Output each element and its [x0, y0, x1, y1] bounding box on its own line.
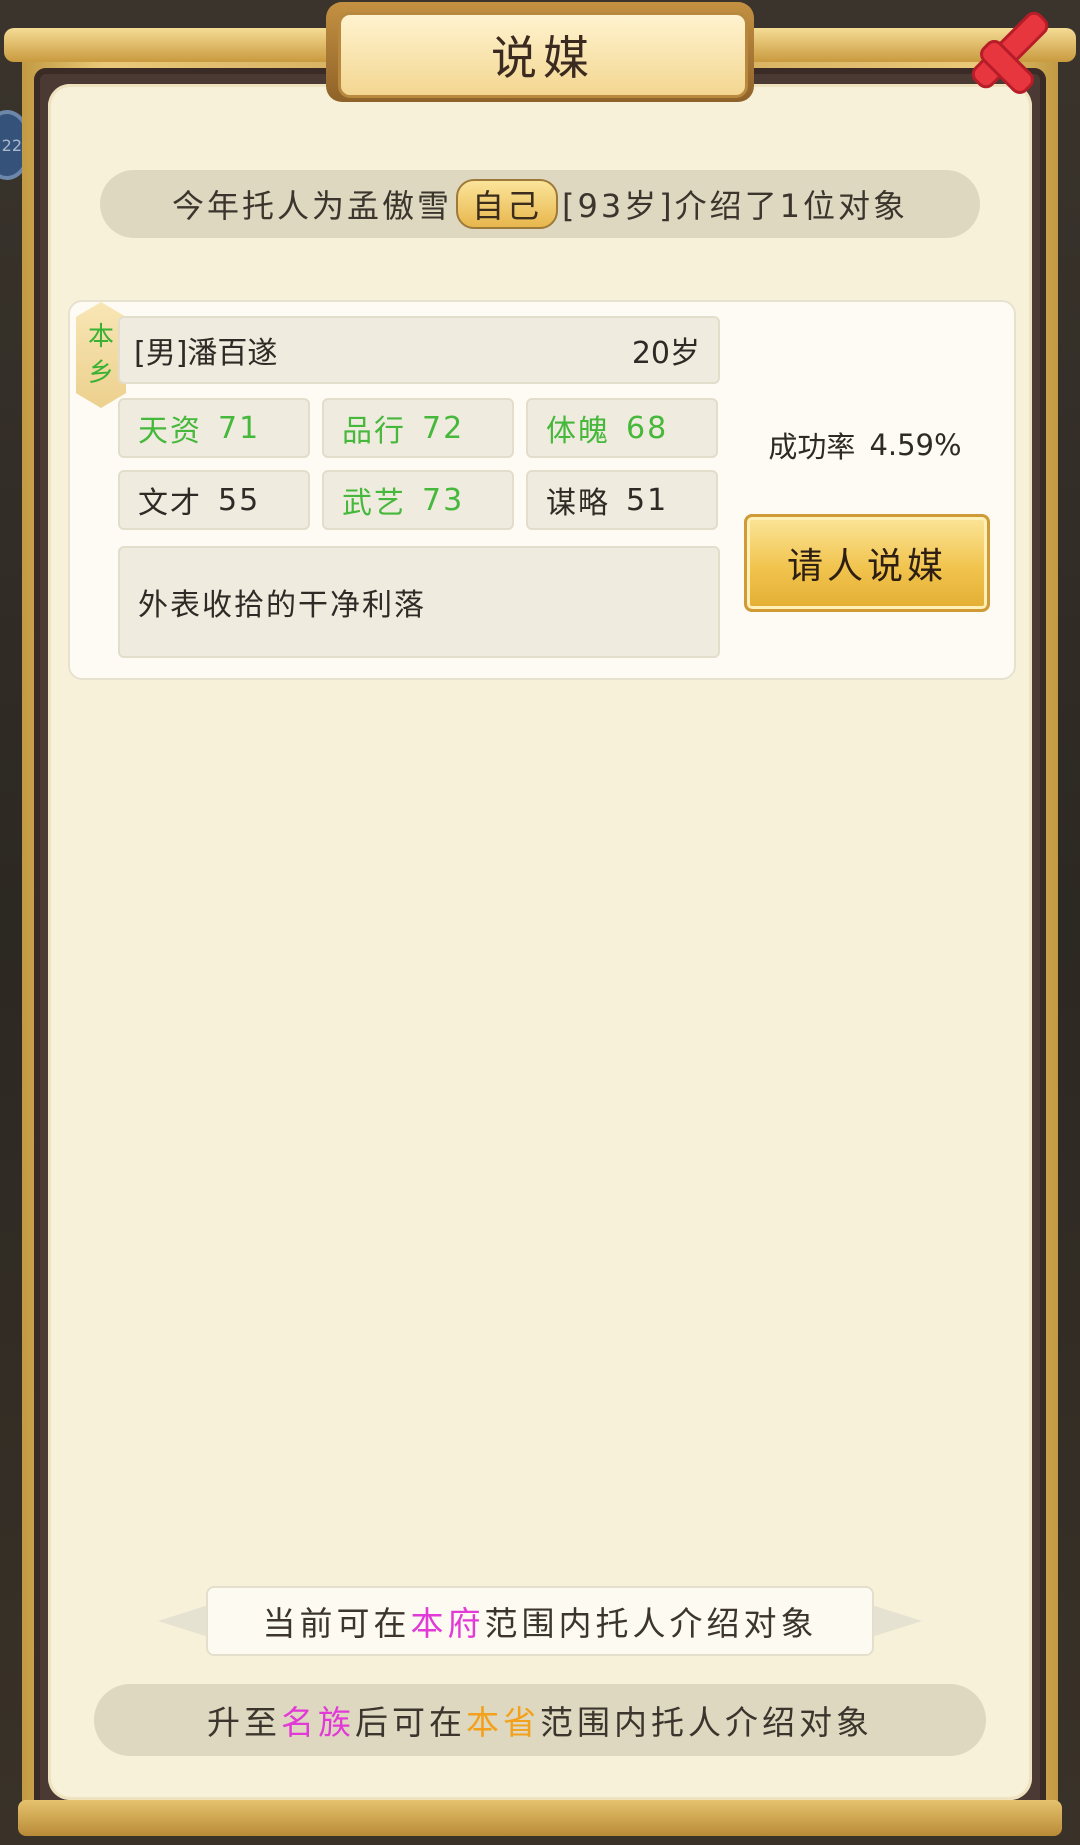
current-scope-banner: 当前可在 本府 范围内托人介绍对象 — [158, 1586, 922, 1656]
stat-value: 73 — [422, 482, 465, 518]
stat-label: 天资 — [138, 414, 202, 449]
stat-label: 体魄 — [546, 414, 610, 449]
success-rate: 成功率 4.59% — [750, 420, 980, 470]
stat-label: 文才 — [138, 486, 202, 521]
description-text: 外表收拾的干净利落 — [138, 588, 426, 623]
origin-tag-line1: 本 — [87, 322, 114, 352]
summary-age: [93岁] — [561, 187, 675, 225]
stat-value: 51 — [626, 482, 669, 518]
success-rate-label: 成功率 — [768, 430, 856, 464]
stat-label: 武艺 — [342, 486, 406, 521]
stat-talent: 天资 71 — [118, 398, 310, 458]
title-banner: 说媒 — [338, 12, 748, 98]
stat-strategy: 谋略 51 — [526, 470, 718, 530]
stat-physique: 体魄 68 — [526, 398, 718, 458]
stat-martial: 武艺 73 — [322, 470, 514, 530]
stat-label: 谋略 — [546, 486, 610, 521]
origin-tag-line2: 乡 — [87, 358, 114, 388]
matchmaking-summary: 今年托人为孟傲雪 自己 [93岁] 介绍了1位对象 — [100, 170, 980, 238]
request-matchmaker-button[interactable]: 请人说媒 — [744, 514, 990, 612]
candidate-name: [男]潘百遂 — [134, 336, 278, 371]
current-scope-text: 当前可在 本府 范围内托人介绍对象 — [206, 1586, 874, 1656]
summary-prefix: 今年托人为孟傲雪 — [171, 187, 452, 225]
upgrade-mid: 后可在 — [355, 1703, 466, 1742]
scope-prefix: 当前可在 — [262, 1604, 411, 1643]
stat-value: 55 — [218, 482, 261, 518]
candidate-age: 20岁 — [631, 336, 700, 371]
scope-suffix: 范围内托人介绍对象 — [484, 1604, 818, 1643]
self-tag: 自己 — [455, 179, 558, 229]
scope-highlight: 本府 — [410, 1604, 485, 1643]
success-rate-value: 4.59% — [869, 428, 962, 462]
candidate-description: 外表收拾的干净利落 — [118, 546, 720, 658]
candidate-name-row: [男]潘百遂 20岁 — [118, 316, 720, 384]
upgrade-suffix: 范围内托人介绍对象 — [540, 1703, 873, 1742]
stat-literary: 文才 55 — [118, 470, 310, 530]
stat-value: 72 — [422, 410, 465, 446]
close-button[interactable] — [960, 0, 1060, 100]
upgrade-prefix: 升至 — [207, 1703, 281, 1742]
frame-bottom-rail — [18, 1800, 1062, 1836]
stat-conduct: 品行 72 — [322, 398, 514, 458]
dialog-title: 说媒 — [491, 31, 595, 85]
upgrade-rank: 名族 — [281, 1703, 355, 1742]
stat-value: 68 — [626, 410, 669, 446]
side-badge-text: 22 — [1, 135, 22, 155]
stat-value: 71 — [218, 410, 261, 446]
stat-label: 品行 — [342, 414, 406, 449]
upgrade-scope: 本省 — [466, 1703, 540, 1742]
upgrade-scope-hint: 升至 名族 后可在 本省 范围内托人介绍对象 — [94, 1684, 986, 1756]
summary-suffix: 介绍了1位对象 — [674, 187, 909, 225]
